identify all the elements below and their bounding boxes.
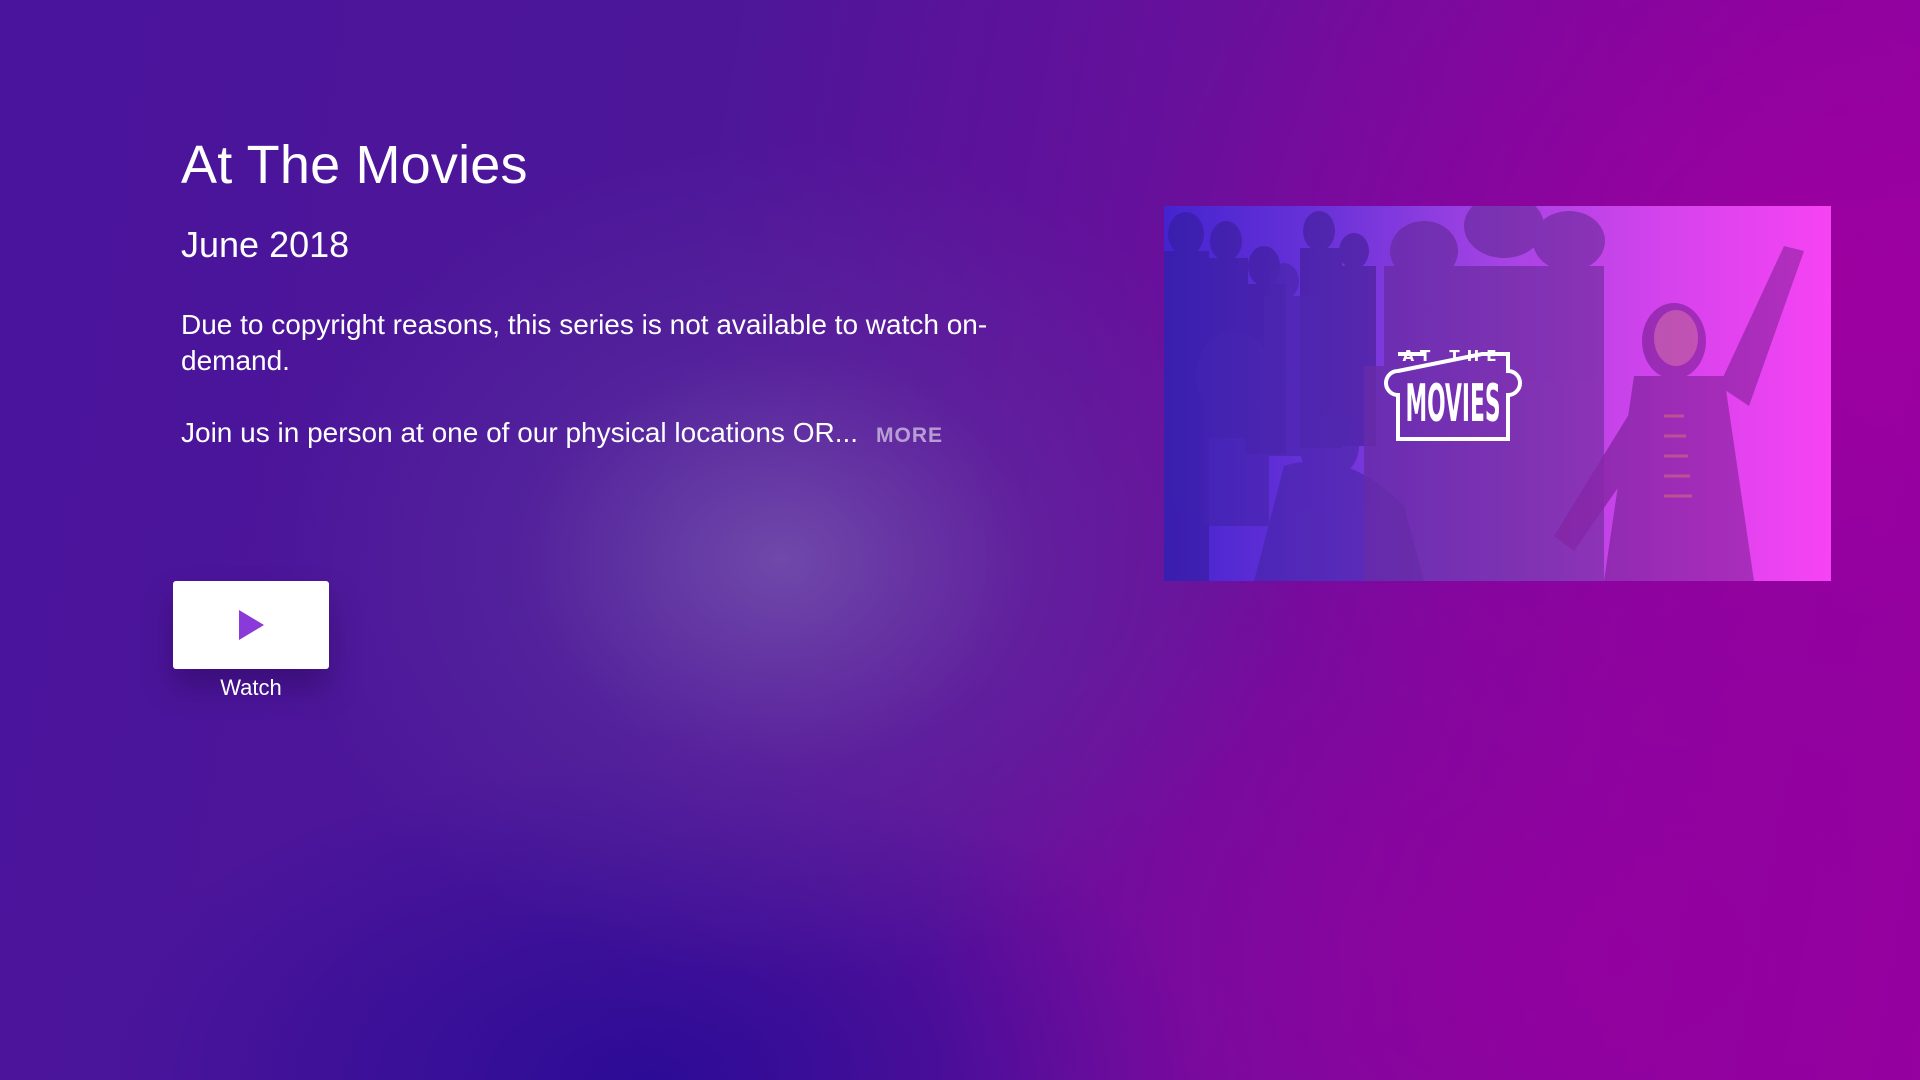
play-icon	[239, 610, 264, 640]
logo-line-2: MOVIES	[1406, 374, 1501, 434]
watch-button[interactable]	[173, 581, 329, 669]
watch-action: Watch	[173, 581, 329, 701]
page-title: At The Movies	[181, 135, 528, 195]
description-text: Due to copyright reasons, this series is…	[181, 309, 988, 376]
at-the-movies-logo: AT THE MOVIES	[1384, 347, 1522, 441]
page-subtitle: June 2018	[181, 224, 350, 265]
description-more-line: Join us in person at one of our physical…	[181, 415, 1011, 454]
description-truncated-text: Join us in person at one of our physical…	[181, 417, 859, 448]
show-artwork: AT THE MOVIES	[1164, 206, 1831, 581]
more-button[interactable]: MORE	[876, 424, 943, 447]
artwork-illustration: AT THE MOVIES	[1164, 206, 1831, 581]
watch-label: Watch	[220, 675, 282, 700]
logo-line-1: AT THE	[1403, 347, 1504, 365]
